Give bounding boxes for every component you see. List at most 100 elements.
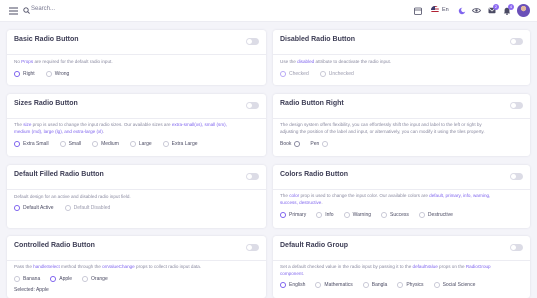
language-selector[interactable]: En bbox=[431, 6, 449, 14]
card-title: Sizes Radio Button bbox=[14, 100, 78, 107]
top-navbar: Search... En 2 4 bbox=[0, 0, 537, 22]
radio-indicator[interactable] bbox=[343, 212, 350, 218]
radio-small[interactable]: Small bbox=[59, 141, 81, 147]
bell-icon[interactable]: 4 bbox=[502, 4, 514, 15]
radio-right[interactable]: Right bbox=[14, 71, 35, 77]
card-description: Pass the handleSelect method through the… bbox=[14, 264, 202, 269]
radio-bangla[interactable]: Bangla bbox=[362, 282, 387, 288]
radio-indicator[interactable] bbox=[162, 141, 169, 147]
radio-indicator[interactable] bbox=[50, 276, 57, 282]
radio-mathematics[interactable]: Mathematics bbox=[315, 282, 353, 288]
radio-extra-small[interactable]: Extra Small bbox=[14, 141, 49, 147]
code-toggle[interactable] bbox=[510, 244, 523, 251]
card-description: The color prop is used to change the inp… bbox=[280, 193, 491, 205]
card-filled-radio: Default Filled Radio Button Default desi… bbox=[7, 165, 266, 228]
theme-icon[interactable] bbox=[457, 6, 466, 15]
radio-indicator[interactable] bbox=[14, 141, 20, 147]
radio-banana[interactable]: Banana bbox=[14, 276, 40, 282]
radio-warning[interactable]: Warning bbox=[343, 212, 371, 218]
mail-icon[interactable]: 2 bbox=[487, 4, 499, 15]
radio-indicator[interactable] bbox=[381, 212, 388, 218]
code-toggle[interactable] bbox=[246, 244, 259, 251]
card-description: Default design for an active and disable… bbox=[14, 194, 131, 199]
code-toggle[interactable] bbox=[510, 38, 523, 45]
radio-row: Extra Small Small Medium Large Extra Lar… bbox=[14, 141, 198, 147]
radio-medium[interactable]: Medium bbox=[92, 141, 119, 147]
code-toggle[interactable] bbox=[246, 38, 259, 45]
radio-indicator[interactable] bbox=[59, 141, 66, 147]
radio-large[interactable]: Large bbox=[129, 141, 152, 147]
search-icon[interactable] bbox=[22, 6, 30, 15]
divider bbox=[273, 54, 530, 55]
card-title: Default Radio Group bbox=[280, 242, 349, 249]
radio-unchecked: Unchecked bbox=[319, 71, 354, 77]
radio-info[interactable]: Info bbox=[316, 212, 334, 218]
radio-indicator[interactable] bbox=[280, 282, 286, 288]
us-flag-icon bbox=[431, 6, 439, 14]
eye-icon[interactable] bbox=[472, 6, 481, 15]
avatar[interactable] bbox=[517, 4, 530, 17]
radio-checked: Checked bbox=[280, 71, 309, 77]
radio-book[interactable]: Book bbox=[280, 141, 301, 147]
radio-default-active[interactable]: Default Active bbox=[14, 205, 54, 211]
radio-wrong[interactable]: Wrong bbox=[45, 71, 69, 77]
radio-indicator[interactable] bbox=[316, 212, 323, 218]
card-radio-group: Default Radio Group Set a default checke… bbox=[273, 236, 530, 298]
radio-apple[interactable]: Apple bbox=[50, 276, 72, 282]
card-title: Radio Button Right bbox=[280, 100, 344, 107]
radio-success[interactable]: Success bbox=[381, 212, 409, 218]
divider bbox=[7, 118, 266, 119]
radio-destructive[interactable]: Destructive bbox=[418, 212, 453, 218]
notification-badge: 4 bbox=[508, 4, 514, 10]
radio-indicator[interactable] bbox=[315, 282, 322, 288]
code-toggle[interactable] bbox=[510, 102, 523, 109]
radio-indicator[interactable] bbox=[14, 276, 20, 282]
radio-english[interactable]: English bbox=[280, 282, 305, 288]
card-title: Default Filled Radio Button bbox=[14, 171, 104, 178]
radio-indicator[interactable] bbox=[397, 282, 404, 288]
divider bbox=[273, 118, 530, 119]
menu-icon[interactable] bbox=[8, 6, 18, 15]
radio-physics[interactable]: Physics bbox=[397, 282, 424, 288]
radio-indicator[interactable] bbox=[362, 282, 369, 288]
radio-indicator[interactable] bbox=[129, 141, 136, 147]
divider bbox=[7, 189, 266, 190]
radio-primary[interactable]: Primary bbox=[280, 212, 306, 218]
radio-row: Book Pen bbox=[280, 141, 329, 147]
code-toggle[interactable] bbox=[246, 173, 259, 180]
radio-indicator bbox=[280, 71, 286, 77]
radio-indicator[interactable] bbox=[82, 276, 89, 282]
radio-indicator[interactable] bbox=[92, 141, 99, 147]
radio-orange[interactable]: Orange bbox=[82, 276, 108, 282]
radio-indicator[interactable] bbox=[418, 212, 425, 218]
card-colors-radio: Colors Radio Button The color prop is us… bbox=[273, 165, 530, 228]
card-title: Controlled Radio Button bbox=[14, 242, 95, 249]
radio-indicator[interactable] bbox=[14, 71, 20, 77]
radio-indicator[interactable] bbox=[280, 212, 286, 218]
radio-row: English Mathematics Bangla Physics Socia… bbox=[280, 282, 475, 288]
divider bbox=[7, 54, 266, 55]
radio-extra-large[interactable]: Extra Large bbox=[162, 141, 198, 147]
radio-indicator[interactable] bbox=[294, 141, 301, 147]
card-controlled-radio: Controlled Radio Button Pass the handleS… bbox=[7, 236, 266, 298]
mail-badge: 2 bbox=[493, 4, 499, 10]
search-input[interactable]: Search... bbox=[31, 6, 55, 12]
radio-indicator[interactable] bbox=[45, 71, 52, 77]
radio-indicator bbox=[64, 205, 71, 211]
card-title: Disabled Radio Button bbox=[280, 36, 356, 43]
language-label: En bbox=[442, 7, 449, 13]
card-title: Colors Radio Button bbox=[280, 171, 349, 178]
radio-indicator[interactable] bbox=[14, 205, 20, 211]
divider bbox=[273, 260, 530, 261]
code-toggle[interactable] bbox=[510, 173, 523, 180]
card-basic-radio: Basic Radio Button No Props are required… bbox=[7, 30, 266, 85]
code-toggle[interactable] bbox=[246, 102, 259, 109]
card-description: The size prop is used to change the inpu… bbox=[14, 122, 227, 134]
radio-pen[interactable]: Pen bbox=[310, 141, 329, 147]
radio-social-science[interactable]: Social Science bbox=[433, 282, 475, 288]
radio-indicator[interactable] bbox=[322, 141, 329, 147]
radio-indicator[interactable] bbox=[433, 282, 440, 288]
card-description: Set a default checked value in the radio… bbox=[280, 264, 491, 276]
calendar-icon[interactable] bbox=[413, 6, 422, 15]
card-description: No Props are required for the default ra… bbox=[14, 59, 113, 64]
